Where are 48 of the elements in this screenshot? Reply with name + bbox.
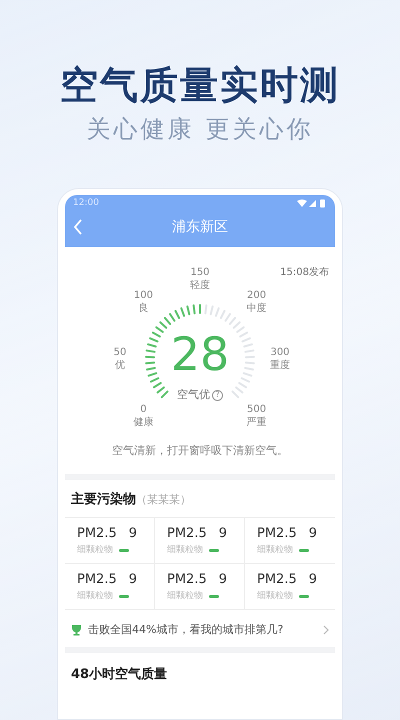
pollutant-desc: 细颗粒物 <box>167 590 203 602</box>
scale-label: 300 重度 <box>269 346 291 372</box>
pollutant-name: PM2.5 <box>257 571 297 589</box>
pollutant-name: PM2.5 <box>167 525 207 543</box>
scale-label: 0 健康 <box>132 402 154 429</box>
scale-label: 100 良 <box>132 289 154 316</box>
pollutant-value: 9 <box>128 525 138 543</box>
pollutant-name: PM2.5 <box>257 525 297 543</box>
pollutant-value: 9 <box>308 571 318 589</box>
pollutant-value: 9 <box>308 525 318 543</box>
section-title: 主要污染物 <box>71 490 136 508</box>
pollutant-cell[interactable]: PM2.5 9 细颗粒物 <box>245 564 335 609</box>
trophy-icon <box>71 624 82 636</box>
pollutant-value: 9 <box>218 571 228 589</box>
pollutant-desc: 细颗粒物 <box>77 590 113 602</box>
pollutant-cell[interactable]: PM2.5 9 细颗粒物 <box>65 518 155 564</box>
section-subtitle: （某某某） <box>136 492 191 508</box>
aqi-value: 28 <box>170 329 230 379</box>
tagline: 关心健康 更关心你 <box>86 114 314 144</box>
pollutant-desc: 细颗粒物 <box>77 544 113 556</box>
headline: 空气质量实时测 <box>60 62 340 108</box>
ranking-row[interactable]: 击败全国44%城市，看我的城市排第几? <box>65 614 335 646</box>
pollutant-cell[interactable]: PM2.5 9 细颗粒物 <box>155 564 245 609</box>
header-title: 浦东新区 <box>172 218 228 236</box>
pollutant-desc: 细颗粒物 <box>257 544 293 556</box>
status-time: 12:00 <box>73 197 99 210</box>
pollutant-value: 9 <box>128 571 138 589</box>
back-icon[interactable] <box>73 219 83 235</box>
status-icons <box>297 199 327 208</box>
pollutant-name: PM2.5 <box>77 525 117 543</box>
publish-time: 15:08发布 <box>280 266 329 280</box>
ranking-text: 击败全国44%城市，看我的城市排第几? <box>88 622 284 638</box>
pollutant-desc: 细颗粒物 <box>167 544 203 556</box>
advice-text: 空气清新，打开窗呼吸下清新空气。 <box>111 443 289 459</box>
pollutant-cell[interactable]: PM2.5 9 细颗粒物 <box>245 518 335 564</box>
pollutant-name: PM2.5 <box>167 571 207 589</box>
scale-label: 200 中度 <box>246 289 268 316</box>
section-title: 48小时空气质量 <box>70 666 168 684</box>
pollutant-value: 9 <box>218 525 228 543</box>
chevron-icon <box>323 625 329 636</box>
scale-label: 150 轻度 <box>189 266 211 292</box>
pollutant-cell[interactable]: PM2.5 9 细颗粒物 <box>155 518 245 564</box>
pollutant-desc: 细颗粒物 <box>257 590 293 602</box>
scale-label: 500 严重 <box>246 402 268 429</box>
pollutant-name: PM2.5 <box>77 571 117 589</box>
quality-label: 空气优 <box>177 387 210 403</box>
pollutant-cell[interactable]: PM2.5 9 细颗粒物 <box>65 564 155 609</box>
scale-label: 50 优 <box>112 346 128 372</box>
